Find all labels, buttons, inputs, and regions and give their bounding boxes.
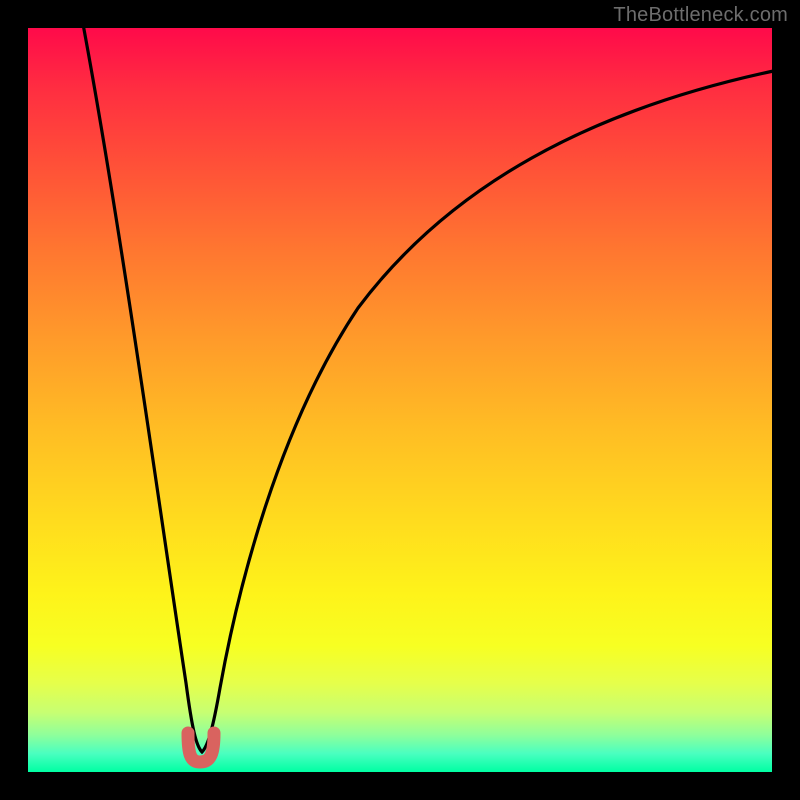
watermark-text: TheBottleneck.com [613, 4, 788, 27]
plot-area [28, 28, 772, 772]
chart-frame: TheBottleneck.com [0, 0, 800, 800]
bottleneck-curve [28, 28, 772, 772]
